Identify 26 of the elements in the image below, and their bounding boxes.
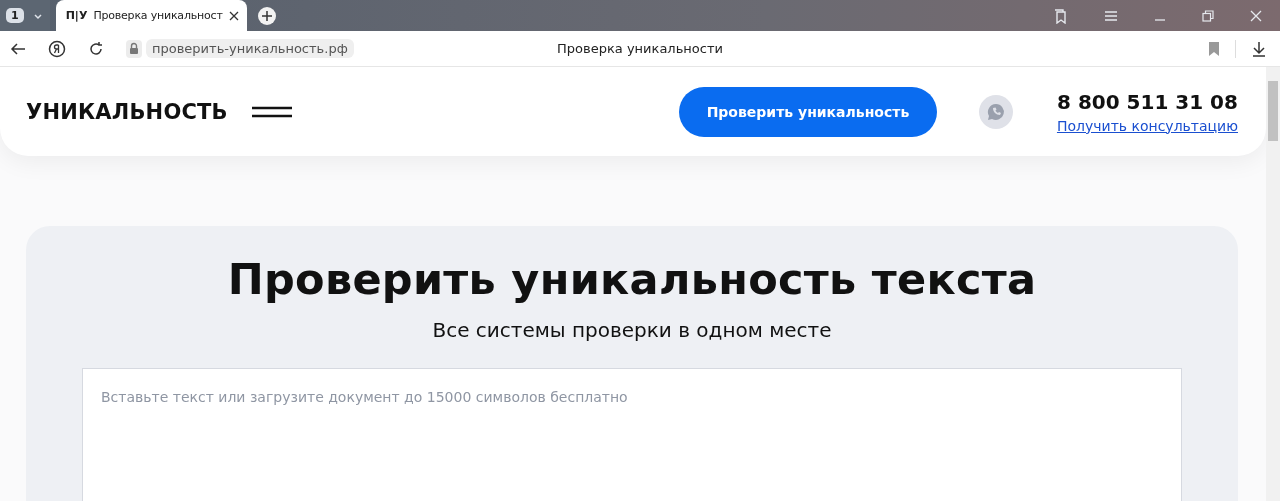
page-title: Проверка уникальности bbox=[557, 41, 723, 56]
bookmark-icon[interactable] bbox=[1209, 41, 1219, 56]
menu-icon[interactable] bbox=[251, 105, 292, 118]
consultation-link[interactable]: Получить консультацию bbox=[1056, 117, 1238, 134]
scrollbar[interactable] bbox=[1266, 67, 1280, 501]
check-uniqueness-button[interactable]: Проверить уникальность bbox=[678, 86, 937, 137]
bookmarks-icon[interactable] bbox=[1052, 7, 1068, 24]
lock-icon bbox=[126, 39, 142, 58]
site-logo[interactable]: УНИКАЛЬНОСТЬ bbox=[26, 99, 228, 124]
chat-icon[interactable] bbox=[978, 94, 1013, 129]
tab-favicon: П|У bbox=[65, 9, 88, 22]
new-tab-icon[interactable] bbox=[256, 5, 277, 26]
browser-tab[interactable]: П|У Проверка уникальност bbox=[55, 0, 247, 31]
tab-title: Проверка уникальност bbox=[93, 9, 223, 22]
hero-title: Проверить уникальность текста bbox=[227, 254, 1037, 304]
restore-icon[interactable] bbox=[1202, 9, 1214, 22]
reload-icon[interactable] bbox=[88, 40, 104, 57]
download-icon[interactable] bbox=[1252, 40, 1266, 57]
text-input-field[interactable]: Вставьте текст или загрузите документ до 15000 символов бесплатно bbox=[82, 368, 1182, 501]
phone-number: 8 800 511 31 08 bbox=[1057, 89, 1238, 114]
hero-subtitle: Все системы проверки в одном месте bbox=[432, 318, 832, 342]
tab-count-badge[interactable]: 1 bbox=[6, 8, 24, 23]
address-field[interactable]: проверить-уникальность.рф bbox=[146, 39, 354, 58]
back-arrow-icon[interactable] bbox=[10, 41, 26, 56]
close-icon[interactable] bbox=[228, 10, 239, 21]
browser-logo-icon[interactable] bbox=[48, 39, 66, 58]
